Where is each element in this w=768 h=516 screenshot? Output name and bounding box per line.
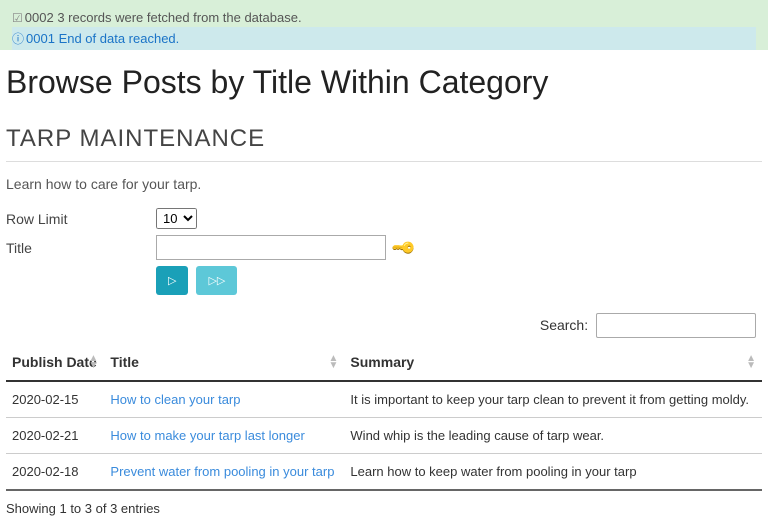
subtitle: Learn how to care for your tarp.	[6, 176, 762, 192]
msg-code: 0001	[26, 31, 55, 46]
cell-title: Prevent water from pooling in your tarp	[104, 454, 344, 491]
status-message-2: ⓘ0001 End of data reached.	[12, 27, 756, 50]
divider	[6, 161, 762, 162]
post-link[interactable]: Prevent water from pooling in your tarp	[110, 464, 334, 479]
table-row: 2020-02-21 How to make your tarp last lon…	[6, 418, 762, 454]
category-heading: TARP MAINTENANCE	[6, 125, 762, 153]
cell-date: 2020-02-18	[6, 454, 104, 491]
page-title: Browse Posts by Title Within Category	[6, 64, 762, 101]
cell-date: 2020-02-15	[6, 381, 104, 418]
table-row: 2020-02-18 Prevent water from pooling in …	[6, 454, 762, 491]
msg-code: 0002	[25, 10, 54, 25]
cell-summary: Wind whip is the leading cause of tarp w…	[344, 418, 762, 454]
sort-icon: ▲▼	[746, 355, 756, 369]
key-icon[interactable]: 🔑	[390, 233, 418, 261]
col-summary[interactable]: Summary▲▼	[344, 344, 762, 381]
cell-title: How to make your tarp last longer	[104, 418, 344, 454]
cell-summary: Learn how to keep water from pooling in …	[344, 454, 762, 491]
sort-icon: ▲▼	[89, 355, 99, 369]
title-input[interactable]	[156, 235, 386, 260]
message-banner: ☑0002 3 records were fetched from the da…	[0, 0, 768, 50]
msg-text: 3 records were fetched from the database…	[57, 10, 301, 25]
cell-title: How to clean your tarp	[104, 381, 344, 418]
status-message-1: ☑0002 3 records were fetched from the da…	[12, 8, 756, 27]
search-label: Search:	[540, 317, 588, 333]
post-link[interactable]: How to clean your tarp	[110, 392, 240, 407]
check-icon: ☑	[12, 11, 23, 25]
row-limit-label: Row Limit	[6, 211, 156, 227]
post-link[interactable]: How to make your tarp last longer	[110, 428, 304, 443]
title-label: Title	[6, 240, 156, 256]
cell-date: 2020-02-21	[6, 418, 104, 454]
col-publish-date[interactable]: Publish Date▲▼	[6, 344, 104, 381]
play-button[interactable]: ▷	[156, 266, 188, 295]
cell-summary: It is important to keep your tarp clean …	[344, 381, 762, 418]
sort-icon: ▲▼	[329, 355, 339, 369]
msg-text: End of data reached.	[59, 31, 180, 46]
row-limit-select[interactable]: 10	[156, 208, 197, 229]
info-icon: ⓘ	[12, 32, 24, 46]
fast-forward-button[interactable]: ▷▷	[196, 266, 237, 295]
table-row: 2020-02-15 How to clean your tarp It is im…	[6, 381, 762, 418]
search-input[interactable]	[596, 313, 756, 338]
posts-table: Publish Date▲▼ Title▲▼ Summary▲▼ 2020-02…	[6, 344, 762, 491]
col-title[interactable]: Title▲▼	[104, 344, 344, 381]
